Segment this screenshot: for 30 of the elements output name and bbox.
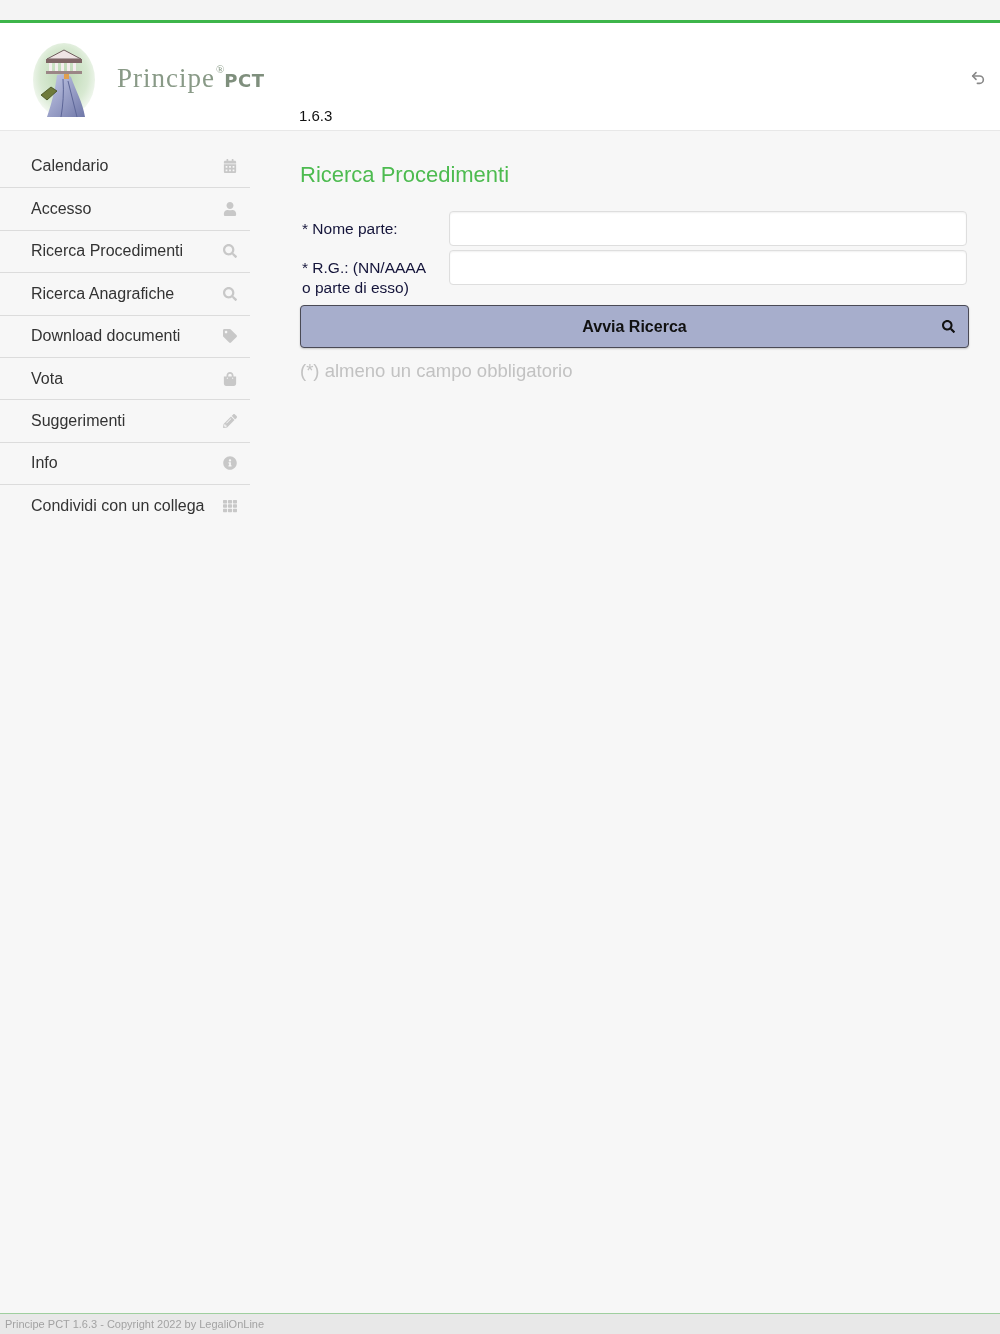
sidebar-item[interactable]: Ricerca Anagrafiche [0,272,250,315]
pencil-icon [223,414,237,429]
sidebar-item[interactable]: Download documenti [0,314,250,357]
bag-icon [223,371,237,386]
field-label: * Nome parte: [301,219,399,239]
sidebar-item[interactable]: Accesso [0,187,250,230]
input-field[interactable] [449,250,967,285]
copyright-text: Principe PCT 1.6.3 - Copyright 2022 by LegaliOnLine [5,1318,265,1330]
sidebar-item[interactable]: Suggerimenti [0,399,250,442]
sidebar-item[interactable]: Info [0,441,250,485]
calendar-icon [223,159,237,174]
user-icon [223,202,237,217]
input-field[interactable] [449,211,967,246]
logo-text: Principe$^{®}$PCT [117,62,266,95]
sidebar-item[interactable]: Vota [0,356,250,400]
info-icon [223,456,237,471]
version-text: 1.6.3 [299,107,333,125]
temple-figure-logo-icon [33,43,95,117]
search-button[interactable]: Avvia Ricerca [300,305,969,348]
search-icon [942,320,955,333]
search-icon [223,244,237,259]
page-title: Ricerca Procedimenti [300,162,511,188]
sidebar-item[interactable]: Ricerca Procedimenti [0,229,250,273]
sidebar-item[interactable]: Condividi con un collega [0,484,250,527]
field-label: * R.G.: (NN/AAAA o parte di esso) [301,258,427,298]
sidebar-item[interactable]: Calendario [0,145,250,188]
undo-icon[interactable] [970,70,986,86]
tag-icon [223,329,237,344]
grid-icon [223,498,237,513]
search-icon [223,286,237,301]
